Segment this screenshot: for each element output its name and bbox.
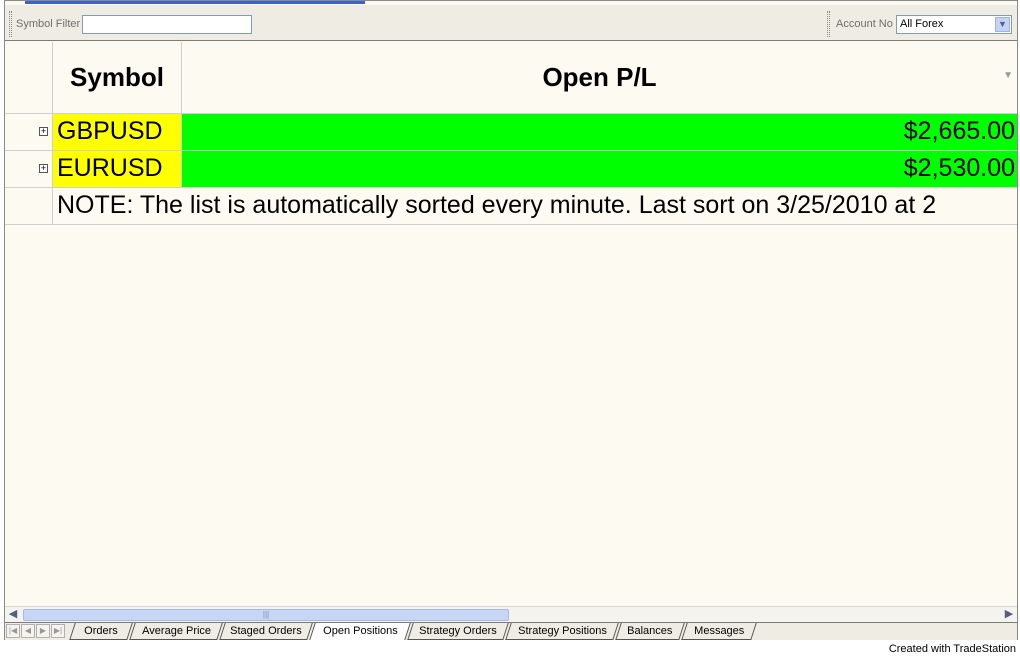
expand-plus-icon[interactable]: + [39,164,48,173]
expander-cell: + [5,151,53,187]
horizontal-scrollbar[interactable]: ◀ ||| ▶ [5,606,1017,622]
open-pl-cell[interactable]: $2,665.00 [182,114,1017,150]
note-expander-cell [5,188,53,224]
toolbar: Symbol Filter Account No All Forex ▼ [5,5,1017,41]
tab-open-positions[interactable]: Open Positions [309,623,411,640]
scrollbar-thumb[interactable]: ||| [23,609,509,621]
toolbar-grip-right[interactable] [827,11,830,37]
sort-note: NOTE: The list is automatically sorted e… [57,191,937,219]
next-tab-icon[interactable]: ▶ [36,624,50,638]
expand-plus-icon[interactable]: + [39,127,48,136]
header-symbol[interactable]: Symbol [53,42,182,113]
first-tab-icon[interactable]: |◀ [6,624,20,638]
open-pl-cell[interactable]: $2,530.00 [182,151,1017,187]
grid-header-row: Symbol Open P/L ▼ [5,42,1017,114]
sort-arrow-icon[interactable]: ▼ [1003,70,1013,81]
toolbar-grip-left[interactable] [9,11,12,37]
account-no-select[interactable]: All Forex ▼ [896,15,1012,34]
window-accent-bar [25,1,365,4]
table-row[interactable]: + EURUSD $2,530.00 [5,151,1017,188]
tab-staged-orders[interactable]: Staged Orders [219,623,313,640]
tab-balances[interactable]: Balances [615,623,685,640]
footer-credit: Created with TradeStation [888,643,1016,655]
symbol-cell[interactable]: GBPUSD [53,114,182,150]
account-no-value: All Forex [900,18,944,30]
scroll-left-icon[interactable]: ◀ [6,608,20,622]
trade-manager-window: Symbol Filter Account No All Forex ▼ Sym… [4,0,1018,640]
chevron-down-icon[interactable]: ▼ [995,17,1010,32]
account-no-label: Account No [836,18,893,30]
tab-messages[interactable]: Messages [681,623,757,640]
tab-bar: |◀ ◀ ▶ ▶| Orders Average Price Staged Or… [5,622,1017,640]
tab-strategy-orders[interactable]: Strategy Orders [407,623,509,640]
header-expander-cell [5,42,53,113]
tab-average-price[interactable]: Average Price [129,623,223,640]
prev-tab-icon[interactable]: ◀ [21,624,35,638]
header-open-pl[interactable]: Open P/L ▼ [182,42,1017,113]
header-open-pl-label: Open P/L [542,62,657,92]
tab-strategy-positions[interactable]: Strategy Positions [505,623,619,640]
note-row: NOTE: The list is automatically sorted e… [5,188,1017,225]
table-row[interactable]: + GBPUSD $2,665.00 [5,114,1017,151]
last-tab-icon[interactable]: ▶| [51,624,65,638]
expander-cell: + [5,114,53,150]
symbol-filter-label: Symbol Filter [16,18,81,30]
tab-orders[interactable]: Orders [69,623,133,640]
symbol-cell[interactable]: EURUSD [53,151,182,187]
symbol-filter-input[interactable] [82,15,252,34]
scroll-right-icon[interactable]: ▶ [1002,608,1016,622]
